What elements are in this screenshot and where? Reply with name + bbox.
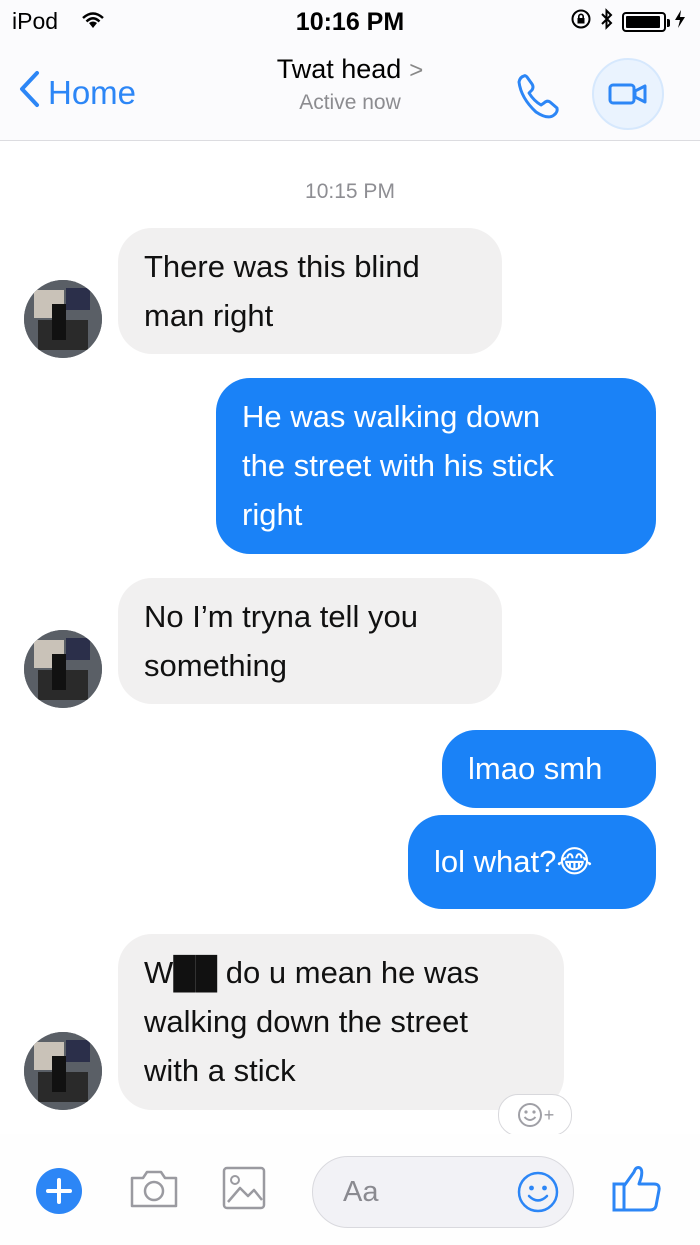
- message-bubble-outgoing[interactable]: lol what?😂: [408, 815, 656, 909]
- thumbs-up-icon: [612, 1166, 661, 1212]
- message-input-box[interactable]: [312, 1156, 574, 1228]
- contact-avatar[interactable]: [24, 630, 102, 708]
- camera-icon: [130, 1170, 178, 1208]
- gallery-button[interactable]: [220, 1164, 268, 1217]
- message-bubble-incoming[interactable]: No I’m tryna tell you something: [118, 578, 502, 704]
- image-icon: [222, 1166, 266, 1210]
- message-input[interactable]: [313, 1157, 523, 1227]
- camera-button[interactable]: [128, 1168, 180, 1215]
- message-bubble-outgoing[interactable]: He was walking down the street with his …: [216, 378, 656, 554]
- battery-icon: [622, 11, 670, 32]
- video-camera-icon: [608, 83, 647, 105]
- status-bar: iPod 10:16 PM: [0, 0, 700, 44]
- message-bubble-incoming[interactable]: There was this blind man right: [118, 228, 502, 354]
- conversation-header: Home Twat head > Active now: [0, 44, 700, 141]
- add-reaction-icon: [517, 1103, 542, 1127]
- message-bubble-outgoing[interactable]: lmao smh: [442, 730, 656, 808]
- chevron-right-icon: >: [409, 57, 424, 84]
- like-button[interactable]: [610, 1162, 664, 1219]
- plus-button[interactable]: [36, 1168, 82, 1214]
- charging-icon: [674, 9, 686, 34]
- phone-icon: [517, 74, 559, 119]
- message-composer: [0, 1134, 700, 1245]
- emoji-button[interactable]: [515, 1169, 561, 1220]
- message-timestamp: 10:15 PM: [305, 180, 395, 203]
- emoji-icon: [517, 1171, 559, 1213]
- voice-call-button[interactable]: [512, 68, 566, 122]
- add-reaction-button[interactable]: +: [498, 1094, 572, 1136]
- reaction-plus: +: [543, 1104, 555, 1125]
- lock-rotation-icon: [570, 8, 592, 35]
- contact-name: Twat head: [276, 54, 402, 84]
- bluetooth-icon: [600, 8, 614, 35]
- contact-avatar[interactable]: [24, 280, 102, 358]
- status-icons: [570, 8, 686, 35]
- contact-avatar[interactable]: [24, 1032, 102, 1110]
- message-bubble-incoming[interactable]: W██ do u mean he was walking down the st…: [118, 934, 564, 1110]
- video-call-button[interactable]: [592, 58, 664, 130]
- plus-icon: [46, 1178, 72, 1204]
